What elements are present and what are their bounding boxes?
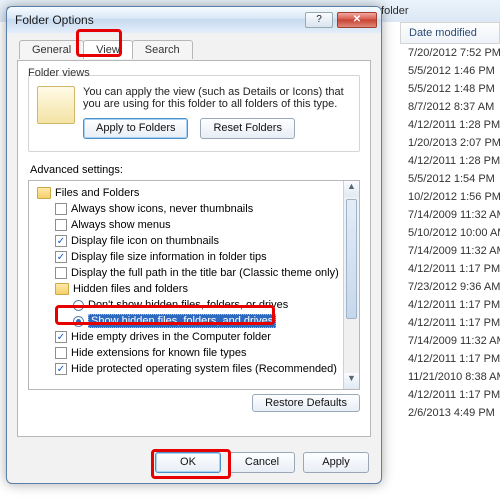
file-date-cell: 4/12/2011 1:17 PM — [400, 296, 500, 314]
file-date-cell: 7/20/2012 7:52 PM — [400, 44, 500, 62]
checkbox[interactable] — [55, 203, 67, 215]
checkbox-checked[interactable] — [55, 331, 67, 343]
opt-hide-empty-drives[interactable]: Hide empty drives in the Computer folder — [33, 329, 355, 345]
scroll-thumb[interactable] — [346, 199, 357, 319]
scrollbar[interactable]: ▲ ▼ — [343, 181, 359, 389]
opt-always-menus[interactable]: Always show menus — [33, 217, 355, 233]
folder-icon — [37, 187, 51, 199]
checkbox[interactable] — [55, 347, 67, 359]
tree-group-files-folders: Files and Folders — [33, 185, 355, 201]
file-date-cell: 5/5/2012 1:48 PM — [400, 80, 500, 98]
file-date-cell: 5/5/2012 1:46 PM — [400, 62, 500, 80]
checkbox-checked[interactable] — [55, 235, 67, 247]
opt-always-icons[interactable]: Always show icons, never thumbnails — [33, 201, 355, 217]
apply-button[interactable]: Apply — [303, 452, 369, 473]
file-date-cell: 7/14/2009 11:32 AM — [400, 206, 500, 224]
checkbox[interactable] — [55, 267, 67, 279]
help-button[interactable]: ? — [305, 12, 333, 28]
checkbox-checked[interactable] — [55, 251, 67, 263]
scroll-down-arrow[interactable]: ▼ — [344, 373, 359, 389]
scroll-up-arrow[interactable]: ▲ — [344, 181, 359, 197]
highlight-ok-button — [151, 449, 231, 479]
file-date-cell: 1/20/2013 2:07 PM — [400, 134, 500, 152]
checkbox-checked[interactable] — [55, 363, 67, 375]
opt-file-size-tips[interactable]: Display file size information in folder … — [33, 249, 355, 265]
file-date-cell: 11/21/2010 8:38 AM — [400, 368, 500, 386]
restore-defaults-button[interactable]: Restore Defaults — [252, 394, 360, 412]
tree-group-hidden: Hidden files and folders — [33, 281, 355, 297]
file-date-cell: 10/2/2012 1:56 PM — [400, 188, 500, 206]
folder-options-dialog: Folder Options ? ✕ General View Search F… — [6, 6, 382, 484]
group-label-folder-views: Folder views — [28, 67, 90, 79]
file-date-cell: 7/14/2009 11:32 AM — [400, 242, 500, 260]
folder-views-group: You can apply the view (such as Details … — [28, 75, 360, 152]
opt-file-icon-thumb[interactable]: Display file icon on thumbnails — [33, 233, 355, 249]
file-date-cell: 4/12/2011 1:17 PM — [400, 260, 500, 278]
file-date-cell: 4/12/2011 1:17 PM — [400, 314, 500, 332]
opt-hide-extensions[interactable]: Hide extensions for known file types — [33, 345, 355, 361]
opt-full-path-titlebar[interactable]: Display the full path in the title bar (… — [33, 265, 355, 281]
file-date-cell: 4/12/2011 1:17 PM — [400, 386, 500, 404]
tab-general[interactable]: General — [19, 40, 84, 59]
folder-views-text: You can apply the view (such as Details … — [83, 86, 351, 110]
folder-icon — [55, 283, 69, 295]
file-date-cell: 8/7/2012 8:37 AM — [400, 98, 500, 116]
file-date-cell: 4/12/2011 1:28 PM — [400, 116, 500, 134]
titlebar[interactable]: Folder Options ? ✕ — [7, 7, 381, 33]
file-date-cell: 2/6/2013 4:49 PM — [400, 404, 500, 422]
dialog-title: Folder Options — [15, 13, 94, 27]
file-date-cell: 7/14/2009 11:32 AM — [400, 332, 500, 350]
reset-folders-button[interactable]: Reset Folders — [200, 118, 294, 139]
close-button[interactable]: ✕ — [337, 12, 377, 28]
column-header-date[interactable]: Date modified — [400, 22, 500, 44]
checkbox[interactable] — [55, 219, 67, 231]
highlight-show-hidden — [55, 305, 275, 325]
cancel-button[interactable]: Cancel — [229, 452, 295, 473]
apply-to-folders-button[interactable]: Apply to Folders — [83, 118, 188, 139]
advanced-settings-label: Advanced settings: — [30, 164, 360, 176]
file-date-cell: 5/5/2012 1:54 PM — [400, 170, 500, 188]
file-date-cell: 7/23/2012 9:36 AM — [400, 278, 500, 296]
tab-search[interactable]: Search — [132, 40, 193, 59]
file-date-cell: 4/12/2011 1:28 PM — [400, 152, 500, 170]
tab-pane-view: Folder views You can apply the view (suc… — [17, 60, 371, 437]
file-date-cell: 4/12/2011 1:17 PM — [400, 350, 500, 368]
folder-views-icon — [37, 86, 75, 124]
file-date-cell: 5/10/2012 10:00 AM — [400, 224, 500, 242]
opt-hide-protected-os[interactable]: Hide protected operating system files (R… — [33, 361, 355, 377]
advanced-settings-tree[interactable]: Files and Folders Always show icons, nev… — [28, 180, 360, 390]
highlight-view-tab — [76, 29, 122, 57]
